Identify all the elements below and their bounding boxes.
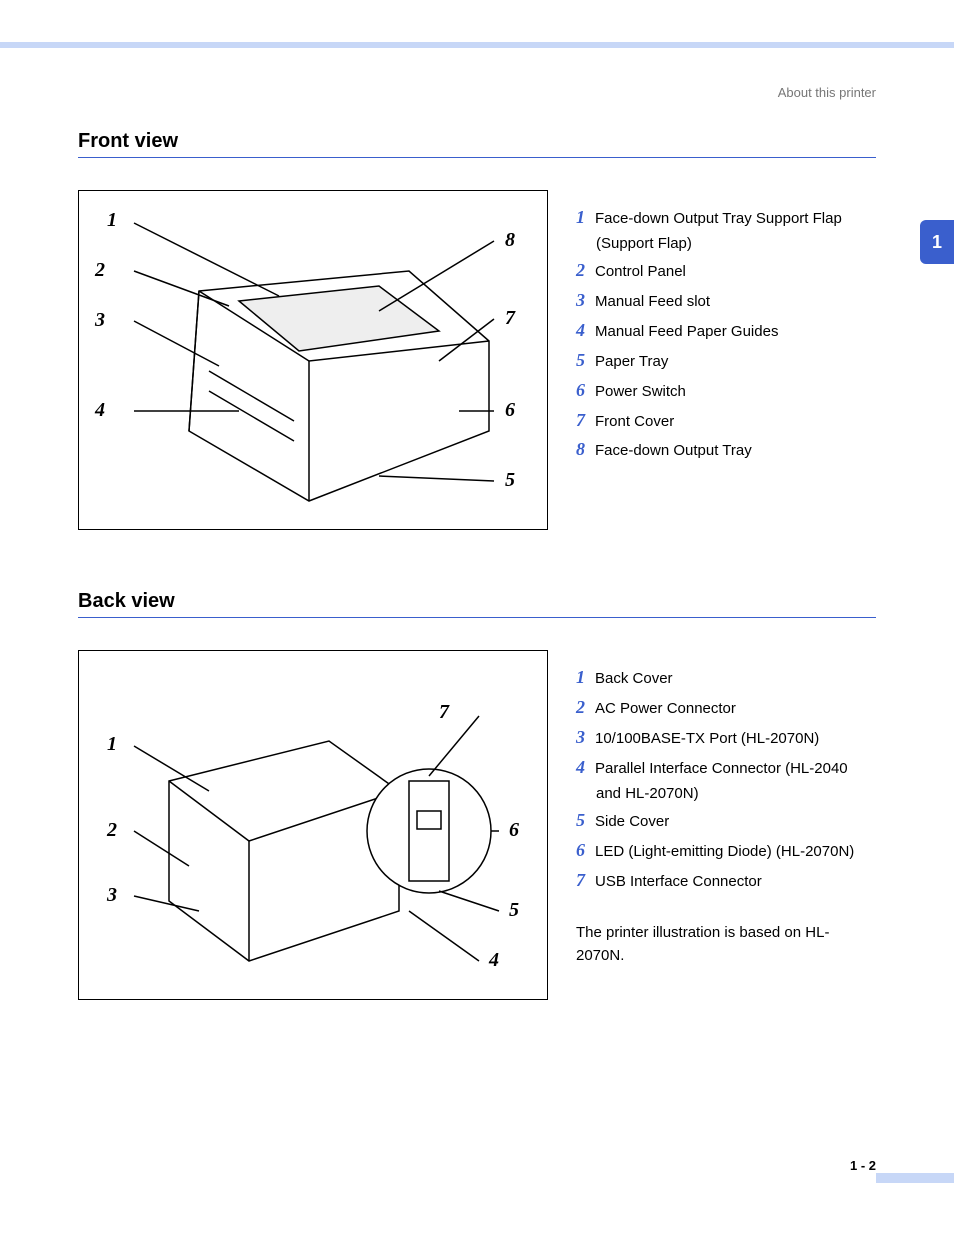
back-view-section: Back view <box>78 590 876 1000</box>
back-callout-2: 2 <box>107 819 117 842</box>
front-view-legend: 1Face-down Output Tray Support Flap (Sup… <box>576 190 876 466</box>
legend-item: 8Face-down Output Tray <box>576 436 876 464</box>
chapter-tab: 1 <box>920 220 954 264</box>
back-view-note: The printer illustration is based on HL-… <box>576 922 876 967</box>
back-view-heading: Back view <box>78 590 876 618</box>
legend-item: 6Power Switch <box>576 377 876 405</box>
legend-item: 2Control Panel <box>576 257 876 285</box>
front-callout-2: 2 <box>95 259 105 282</box>
back-callout-4: 4 <box>489 949 499 972</box>
legend-text: Control Panel <box>595 263 686 280</box>
legend-text: Face-down Output Tray Support Flap (Supp… <box>595 210 842 252</box>
front-printer-illustration <box>79 191 549 531</box>
legend-text: USB Interface Connector <box>595 873 762 890</box>
front-callout-1: 1 <box>107 209 117 232</box>
legend-num: 2 <box>576 260 595 280</box>
legend-text: AC Power Connector <box>595 700 736 717</box>
legend-text: Manual Feed slot <box>595 293 710 310</box>
legend-item: 3Manual Feed slot <box>576 287 876 315</box>
legend-num: 1 <box>576 667 595 687</box>
back-callout-5: 5 <box>509 899 519 922</box>
top-accent-bar <box>0 42 954 48</box>
legend-num: 2 <box>576 697 595 717</box>
legend-num: 8 <box>576 439 595 459</box>
legend-text: LED (Light-emitting Diode) (HL-2070N) <box>595 843 854 860</box>
back-callout-3: 3 <box>107 884 117 907</box>
legend-num: 7 <box>576 410 595 430</box>
legend-num: 5 <box>576 350 595 370</box>
legend-item: 6LED (Light-emitting Diode) (HL-2070N) <box>576 837 876 865</box>
legend-item: 7USB Interface Connector <box>576 867 876 895</box>
legend-text: Back Cover <box>595 670 673 687</box>
legend-num: 5 <box>576 810 595 830</box>
legend-item: 5Paper Tray <box>576 347 876 375</box>
front-view-heading: Front view <box>78 130 876 158</box>
legend-text: Manual Feed Paper Guides <box>595 323 778 340</box>
legend-item: 1Face-down Output Tray Support Flap (Sup… <box>576 204 876 255</box>
back-callout-7: 7 <box>439 701 449 724</box>
legend-text: Paper Tray <box>595 353 668 370</box>
front-view-diagram: 1 2 3 4 5 6 7 8 <box>78 190 548 530</box>
page-number: 1 - 2 <box>850 1158 876 1173</box>
legend-text: Power Switch <box>595 383 686 400</box>
page-number-accent <box>876 1173 954 1183</box>
legend-text: Side Cover <box>595 813 669 830</box>
legend-item: 2AC Power Connector <box>576 694 876 722</box>
back-printer-illustration <box>79 651 549 1001</box>
legend-num: 6 <box>576 380 595 400</box>
legend-text: 10/100BASE-TX Port (HL-2070N) <box>595 730 819 747</box>
front-callout-3: 3 <box>95 309 105 332</box>
back-callout-6: 6 <box>509 819 519 842</box>
legend-item: 5Side Cover <box>576 807 876 835</box>
legend-item: 310/100BASE-TX Port (HL-2070N) <box>576 724 876 752</box>
back-callout-1: 1 <box>107 733 117 756</box>
front-callout-6: 6 <box>505 399 515 422</box>
legend-num: 6 <box>576 840 595 860</box>
running-head: About this printer <box>778 85 876 100</box>
back-view-legend: 1Back Cover 2AC Power Connector 310/100B… <box>576 650 876 967</box>
legend-text: Front Cover <box>595 413 674 430</box>
legend-num: 3 <box>576 290 595 310</box>
legend-item: 4Manual Feed Paper Guides <box>576 317 876 345</box>
legend-num: 3 <box>576 727 595 747</box>
legend-text: Face-down Output Tray <box>595 442 752 459</box>
legend-num: 4 <box>576 320 595 340</box>
legend-num: 4 <box>576 757 595 777</box>
front-callout-4: 4 <box>95 399 105 422</box>
back-view-diagram: 1 2 3 4 5 6 7 <box>78 650 548 1000</box>
legend-item: 4Parallel Interface Connector (HL-2040 a… <box>576 754 876 805</box>
legend-num: 1 <box>576 207 595 227</box>
legend-item: 7Front Cover <box>576 407 876 435</box>
legend-text: Parallel Interface Connector (HL-2040 an… <box>595 760 848 802</box>
front-view-section: Front view <box>78 130 876 530</box>
front-callout-7: 7 <box>505 307 515 330</box>
front-callout-8: 8 <box>505 229 515 252</box>
legend-num: 7 <box>576 870 595 890</box>
legend-item: 1Back Cover <box>576 664 876 692</box>
front-callout-5: 5 <box>505 469 515 492</box>
page-content: Front view <box>78 130 876 1060</box>
